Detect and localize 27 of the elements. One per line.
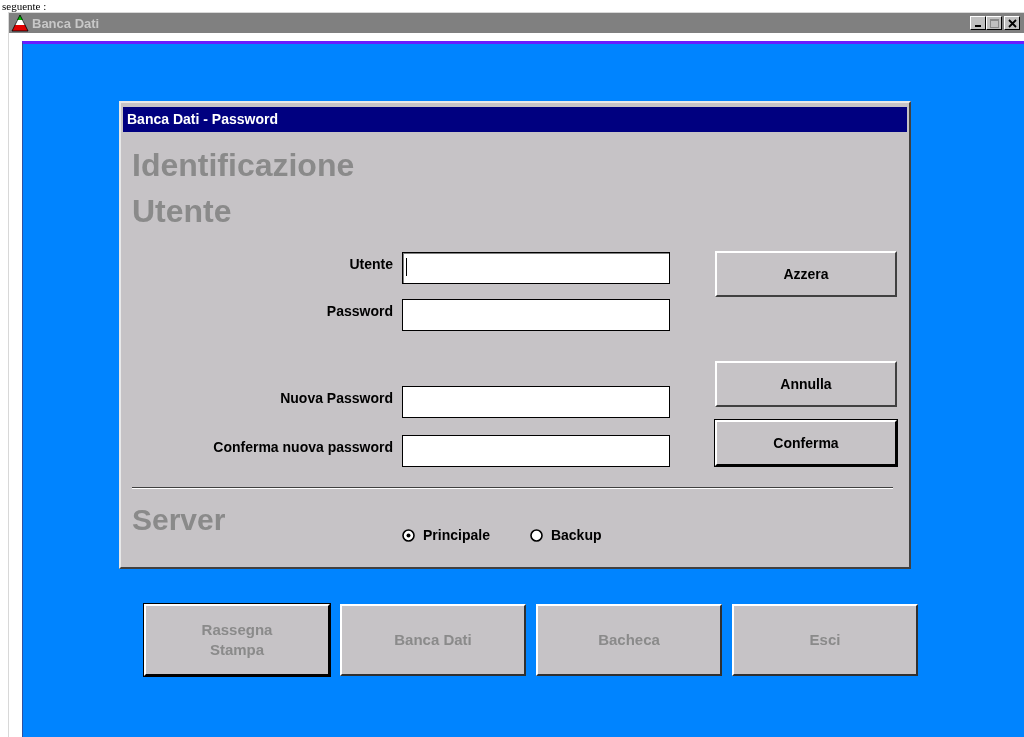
field-label: Password (325, 303, 393, 319)
document-text: seguente : (2, 0, 48, 12)
section-heading: Server (132, 503, 227, 537)
radio-button[interactable] (529, 528, 543, 542)
section-heading: Utente (132, 192, 233, 231)
minimize-icon (975, 25, 981, 27)
dialog-button[interactable]: Conferma (715, 420, 897, 466)
dialog-button[interactable]: Azzera (715, 251, 897, 297)
radio-label: Principale (423, 527, 490, 543)
input-field[interactable] (402, 299, 670, 331)
dialog-title: Banca Dati - Password (123, 107, 907, 132)
close-button[interactable] (1004, 16, 1020, 30)
input-field[interactable] (402, 435, 670, 467)
field-label: Utente (348, 256, 393, 272)
minimize-button[interactable] (970, 16, 986, 30)
maximize-icon (989, 18, 999, 28)
input-field[interactable] (402, 252, 670, 284)
field-label: Conferma nuova password (212, 439, 393, 455)
close-icon (1007, 18, 1017, 28)
section-heading: Identificazione (132, 146, 356, 185)
dialog-button[interactable]: Annulla (715, 361, 897, 407)
radio-button[interactable] (402, 528, 415, 542)
radio-label: Backup (550, 527, 602, 543)
input-field[interactable] (402, 386, 670, 418)
field-label: Nuova Password (279, 390, 393, 406)
maximize-button[interactable] (986, 16, 1002, 30)
window-title: Banca Dati (32, 15, 101, 31)
